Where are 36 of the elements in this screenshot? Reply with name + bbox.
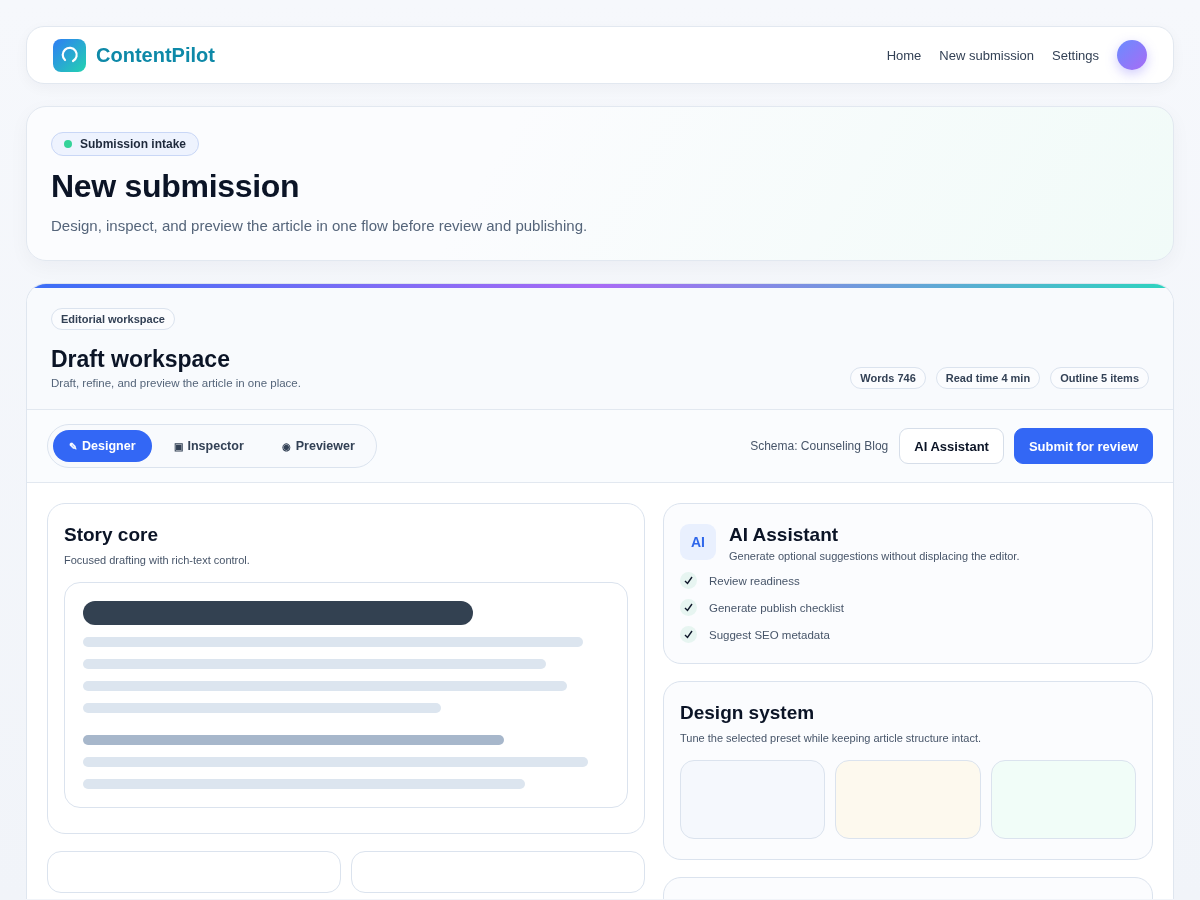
preset-swatch[interactable] xyxy=(680,760,826,839)
section-tag: Editorial workspace xyxy=(51,308,175,330)
status-badge: Submission intake xyxy=(51,132,200,156)
status-dot-icon xyxy=(64,140,72,148)
card-title: Design system xyxy=(680,702,816,724)
submit-button[interactable]: Submit for review xyxy=(1013,428,1153,464)
card-subtitle: Focused drafting with rich-text control. xyxy=(64,554,251,566)
page-subtitle: Design, inspect, and preview the article in one flow before review and publishing. xyxy=(51,217,589,234)
stat-chip: Read time 4 min xyxy=(935,367,1041,389)
preset-swatch[interactable] xyxy=(990,760,1136,839)
nav-link[interactable]: Settings xyxy=(1052,47,1099,63)
checklist-item: Suggest SEO metadata xyxy=(709,628,830,641)
tab[interactable]: ✎ Designer xyxy=(53,430,152,462)
workspace-title: Draft workspace xyxy=(51,346,231,373)
logo-icon xyxy=(53,38,86,72)
editor-area[interactable] xyxy=(64,582,628,808)
checklist-item: Review readiness xyxy=(709,574,800,587)
ai-badge: AI xyxy=(680,524,716,560)
schema-label: Schema: Counseling Blog xyxy=(750,439,889,453)
checklist-item: Generate publish checklist xyxy=(709,601,844,614)
preset-swatch[interactable] xyxy=(835,760,981,839)
nav-link[interactable]: Home xyxy=(886,47,922,63)
brand-name: ContentPilot xyxy=(96,43,215,67)
nav-link[interactable]: New submission xyxy=(939,47,1034,63)
card-title: Story core xyxy=(64,524,159,546)
tab[interactable]: ◉ Previewer xyxy=(265,430,371,462)
assistant-button[interactable]: AI Assistant xyxy=(899,428,1004,464)
workspace-subtitle: Draft, refine, and preview the article in one place. xyxy=(51,377,302,389)
card-title: AI Assistant xyxy=(729,524,840,546)
card-subtitle: Generate optional suggestions without displacing the editor. xyxy=(729,550,1020,562)
page-title: New submission xyxy=(51,168,301,205)
card-subtitle: Tune the selected preset while keeping article structure intact. xyxy=(680,732,983,744)
stat-chip: Words 746 xyxy=(850,367,926,389)
tab[interactable]: ▣ Inspector xyxy=(157,430,260,462)
avatar[interactable] xyxy=(1117,40,1147,70)
stat-chip: Outline 5 items xyxy=(1050,367,1149,389)
